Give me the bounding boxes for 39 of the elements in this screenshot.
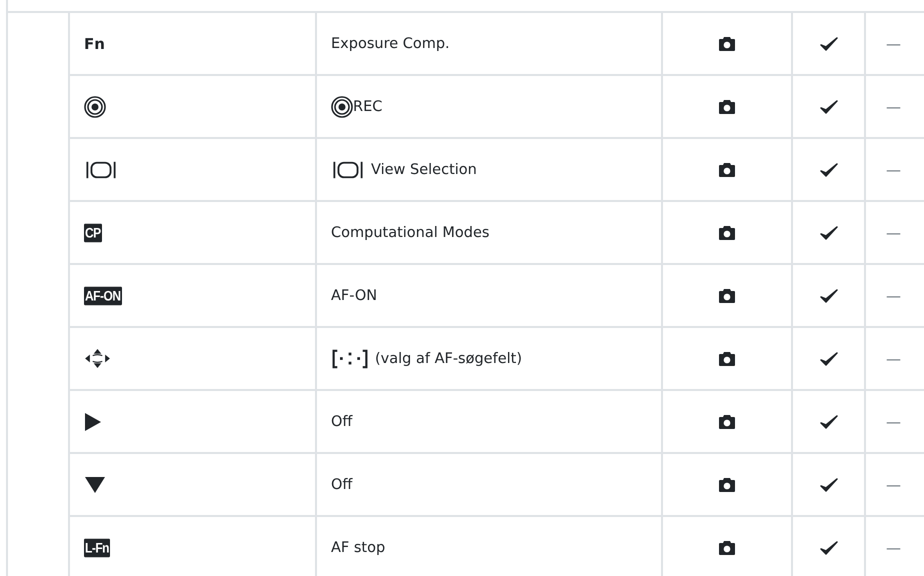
function-name: Exposure Comp. [331, 36, 450, 52]
button-badge: L-Fn [84, 538, 110, 557]
dash-text: — [886, 412, 901, 430]
dash-text: — [886, 350, 901, 368]
dash-text: — [886, 538, 901, 556]
right-triangle-icon [84, 412, 102, 432]
function-name: (valg af AF-søgefelt) [375, 350, 522, 366]
function-name: Off [331, 476, 352, 492]
rec-icon [331, 96, 353, 118]
camera-icon [718, 414, 736, 430]
camera-icon [718, 36, 736, 52]
rec-icon [84, 96, 106, 118]
camera-icon [718, 350, 736, 366]
function-name: AF stop [331, 540, 386, 556]
button-badge: AF-ON [84, 286, 122, 305]
camera-icon [718, 98, 736, 114]
button-label: Fn [84, 34, 105, 52]
view-frame-icon [84, 160, 118, 180]
four-arrows-icon [84, 348, 111, 369]
function-name: AF-ON [331, 288, 378, 304]
dash-text: — [886, 98, 901, 116]
dash-text: — [886, 34, 901, 52]
button-badge: CP [84, 223, 102, 242]
camera-icon [718, 476, 736, 492]
function-name: View Selection [371, 162, 477, 178]
dash-text: — [886, 224, 901, 242]
function-name: Off [331, 414, 352, 430]
down-triangle-icon [84, 476, 106, 494]
camera-icon [718, 224, 736, 240]
dash-text: — [886, 160, 901, 178]
dash-text: — [886, 286, 901, 304]
dash-text: — [886, 476, 901, 494]
function-name: Computational Modes [331, 224, 490, 240]
camera-icon [718, 162, 736, 178]
camera-icon [718, 288, 736, 304]
camera-icon [718, 540, 736, 556]
function-name: REC [353, 98, 382, 114]
af-target-icon [331, 348, 369, 368]
view-frame-icon [331, 160, 365, 180]
